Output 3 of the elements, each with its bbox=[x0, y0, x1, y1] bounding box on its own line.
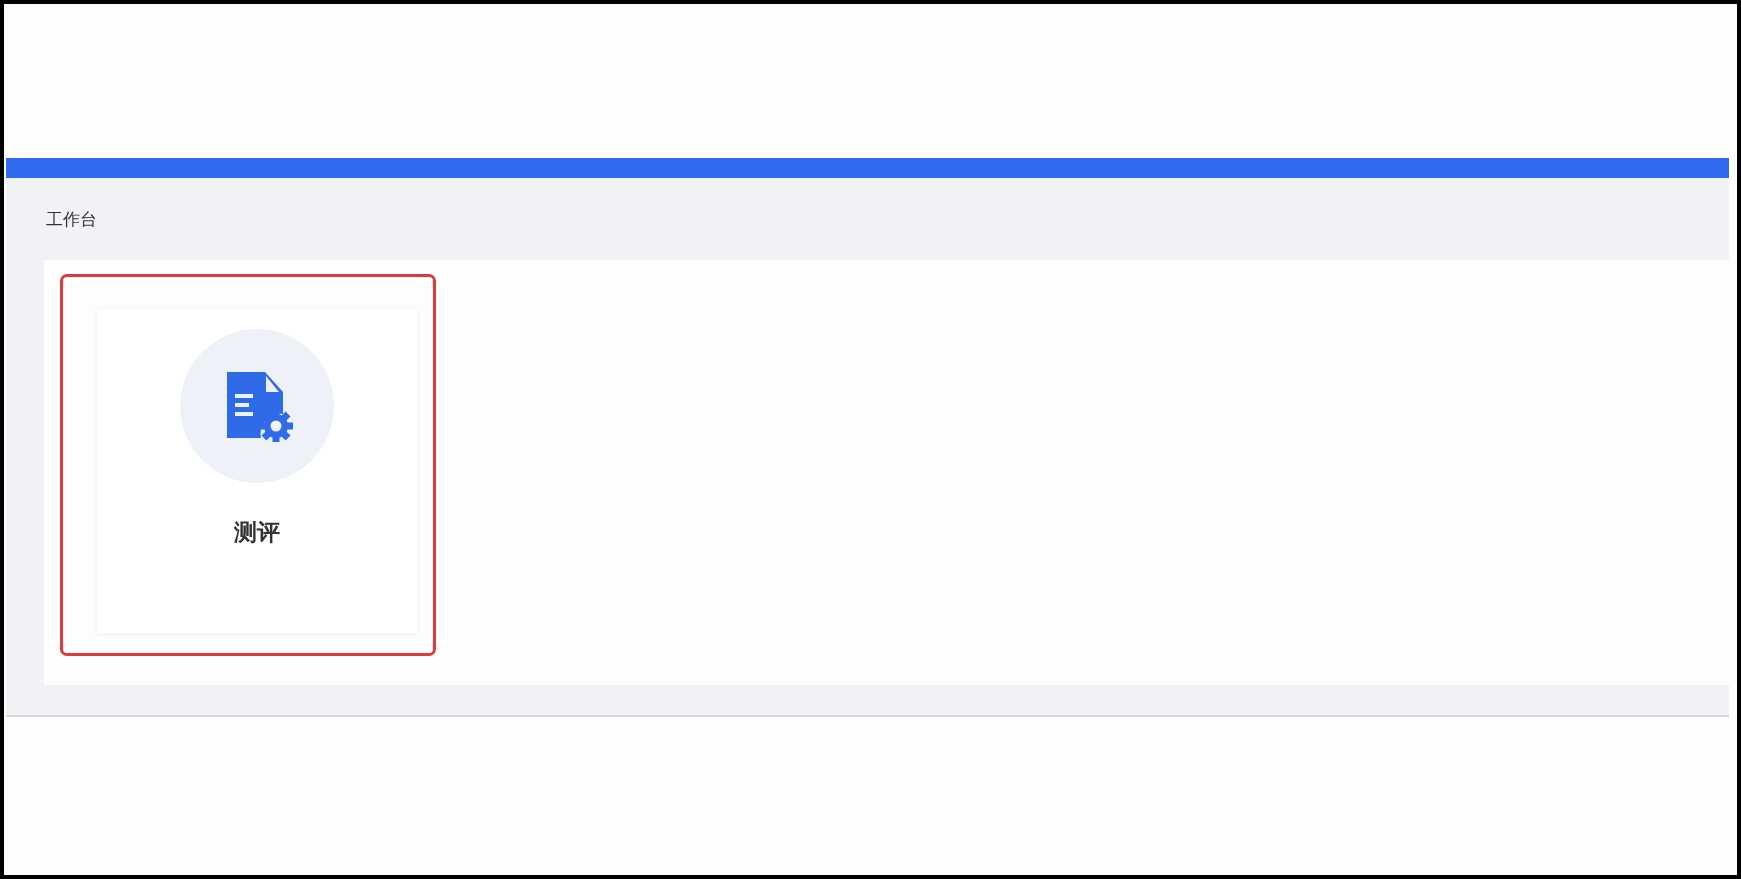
app-label: 测评 bbox=[234, 518, 280, 547]
page-title: 工作台 bbox=[45, 207, 98, 231]
app-card[interactable]: 测评 bbox=[97, 309, 417, 633]
